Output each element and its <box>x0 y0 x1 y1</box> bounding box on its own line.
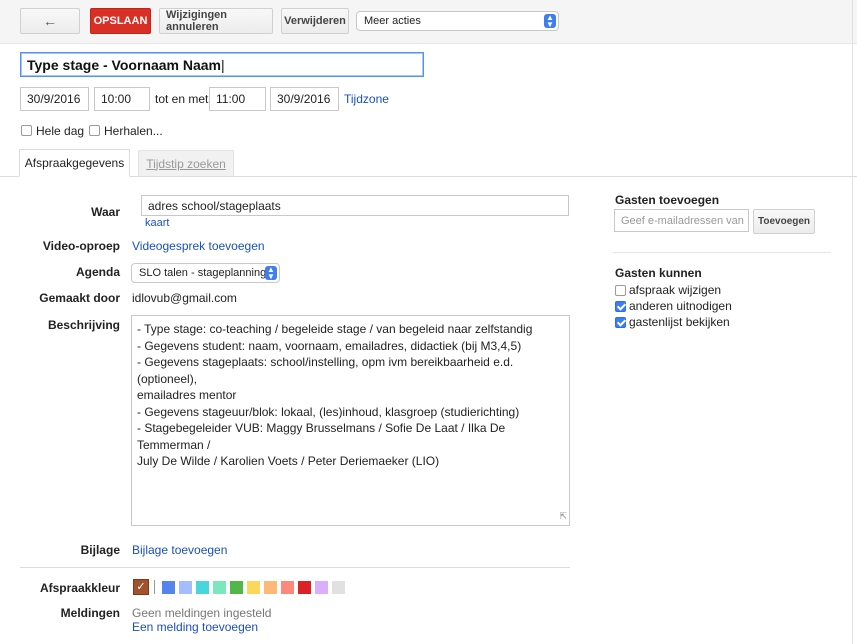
section-divider <box>20 567 570 568</box>
guest-option-checkbox[interactable] <box>615 317 626 328</box>
description-line: - Gegevens stageplaats: school/instellin… <box>137 355 514 386</box>
where-label: Waar <box>91 205 120 219</box>
add-guest-button[interactable]: Toevoegen <box>753 209 815 234</box>
guests-divider <box>613 252 831 253</box>
chevron-updown-icon: ▲ ▼ <box>265 266 277 281</box>
calendar-label: Agenda <box>75 265 120 279</box>
all-day-label: Hele dag <box>36 124 85 138</box>
color-swatch[interactable] <box>196 581 209 594</box>
description-line: - Gegevens stageuur/blok: lokaal, (les)i… <box>137 404 520 419</box>
color-swatch[interactable] <box>315 581 328 594</box>
map-link[interactable]: kaart <box>145 217 169 229</box>
add-notification-link[interactable]: Een melding toevoegen <box>132 620 258 634</box>
repeat-label: Herhalen... <box>104 124 163 138</box>
until-label: tot en met <box>155 92 209 106</box>
add-guests-title: Gasten toevoegen <box>615 193 720 207</box>
guest-option-label: gastenlijst bekijken <box>629 315 730 329</box>
guest-option-label: afspraak wijzigen <box>629 283 722 297</box>
event-color-label: Afspraakkleur <box>39 581 120 595</box>
start-date-input[interactable]: 30/9/2016 <box>20 87 89 111</box>
chevron-updown-icon: ▲ ▼ <box>544 14 556 29</box>
more-actions-label: Meer acties <box>364 15 421 27</box>
add-attachment-link[interactable]: Bijlage toevoegen <box>132 543 227 557</box>
guest-option-label: anderen uitnodigen <box>629 299 732 313</box>
color-swatch[interactable] <box>247 581 260 594</box>
repeat-checkbox[interactable] <box>89 125 100 136</box>
arrow-left-icon: ← <box>43 13 57 29</box>
all-day-checkbox[interactable] <box>21 125 32 136</box>
where-input[interactable]: adres school/stageplaats <box>141 195 569 216</box>
created-by-value: idlovub@gmail.com <box>132 291 237 305</box>
color-swatch[interactable] <box>162 581 175 594</box>
calendar-select-value: SLO talen - stageplanning <box>139 267 267 279</box>
description-label: Beschrijving <box>47 318 120 332</box>
resize-handle-icon[interactable]: ⇱ <box>559 508 567 525</box>
guest-email-input[interactable]: Geef e-mailadressen van <box>614 209 749 232</box>
event-title-input[interactable]: Type stage - Voornaam Naam | <box>20 52 424 77</box>
start-time-input[interactable]: 10:00 <box>94 87 150 111</box>
end-date-input[interactable]: 30/9/2016 <box>270 87 339 111</box>
page-border <box>852 0 853 644</box>
color-swatch[interactable] <box>230 581 243 594</box>
description-line: - Stagebegeleider VUB: Maggy Brusselmans… <box>137 421 506 452</box>
color-separator <box>154 580 155 594</box>
add-video-call-link[interactable]: Videogesprek toevoegen <box>132 239 265 253</box>
notifications-label: Meldingen <box>60 606 120 620</box>
discard-changes-button[interactable]: Wijzigingen annuleren <box>159 8 273 34</box>
created-by-label: Gemaakt door <box>39 291 120 305</box>
timezone-link[interactable]: Tijdzone <box>344 92 389 106</box>
guest-option-checkbox[interactable] <box>615 301 626 312</box>
guests-can-title: Gasten kunnen <box>615 266 702 280</box>
save-button[interactable]: OPSLAAN <box>90 8 151 34</box>
color-swatch[interactable] <box>264 581 277 594</box>
video-call-label: Video-oproep <box>42 239 120 253</box>
description-textarea[interactable]: - Type stage: co-teaching / begeleide st… <box>131 315 570 526</box>
tab-event-details[interactable]: Afspraakgegevens <box>19 149 130 177</box>
color-swatch-selected[interactable]: ✓ <box>133 579 149 595</box>
color-swatch[interactable] <box>298 581 311 594</box>
color-swatch[interactable] <box>179 581 192 594</box>
description-line: - Type stage: co-teaching / begeleide st… <box>137 322 533 336</box>
color-swatch[interactable] <box>213 581 226 594</box>
no-notifications-text: Geen meldingen ingesteld <box>132 606 272 620</box>
color-swatch[interactable] <box>332 581 345 594</box>
description-line: - Gegevens student: naam, voornaam, emai… <box>137 338 522 353</box>
more-actions-select[interactable]: Meer acties ▲ ▼ <box>356 11 559 31</box>
calendar-select[interactable]: SLO talen - stageplanning ▲ ▼ <box>131 263 280 283</box>
back-button[interactable]: ← <box>20 8 80 34</box>
color-swatch[interactable] <box>281 581 294 594</box>
description-line: July De Wilde / Karolien Voets / Peter D… <box>137 454 440 468</box>
delete-button[interactable]: Verwijderen <box>281 8 349 34</box>
event-title-text: Type stage - Voornaam Naam <box>27 56 221 73</box>
end-time-input[interactable]: 11:00 <box>209 87 266 111</box>
guest-option-checkbox[interactable] <box>615 285 626 296</box>
attachment-label: Bijlage <box>80 543 120 557</box>
description-line: emailadres mentor <box>137 388 237 402</box>
tab-find-time[interactable]: Tijdstip zoeken <box>138 150 234 176</box>
